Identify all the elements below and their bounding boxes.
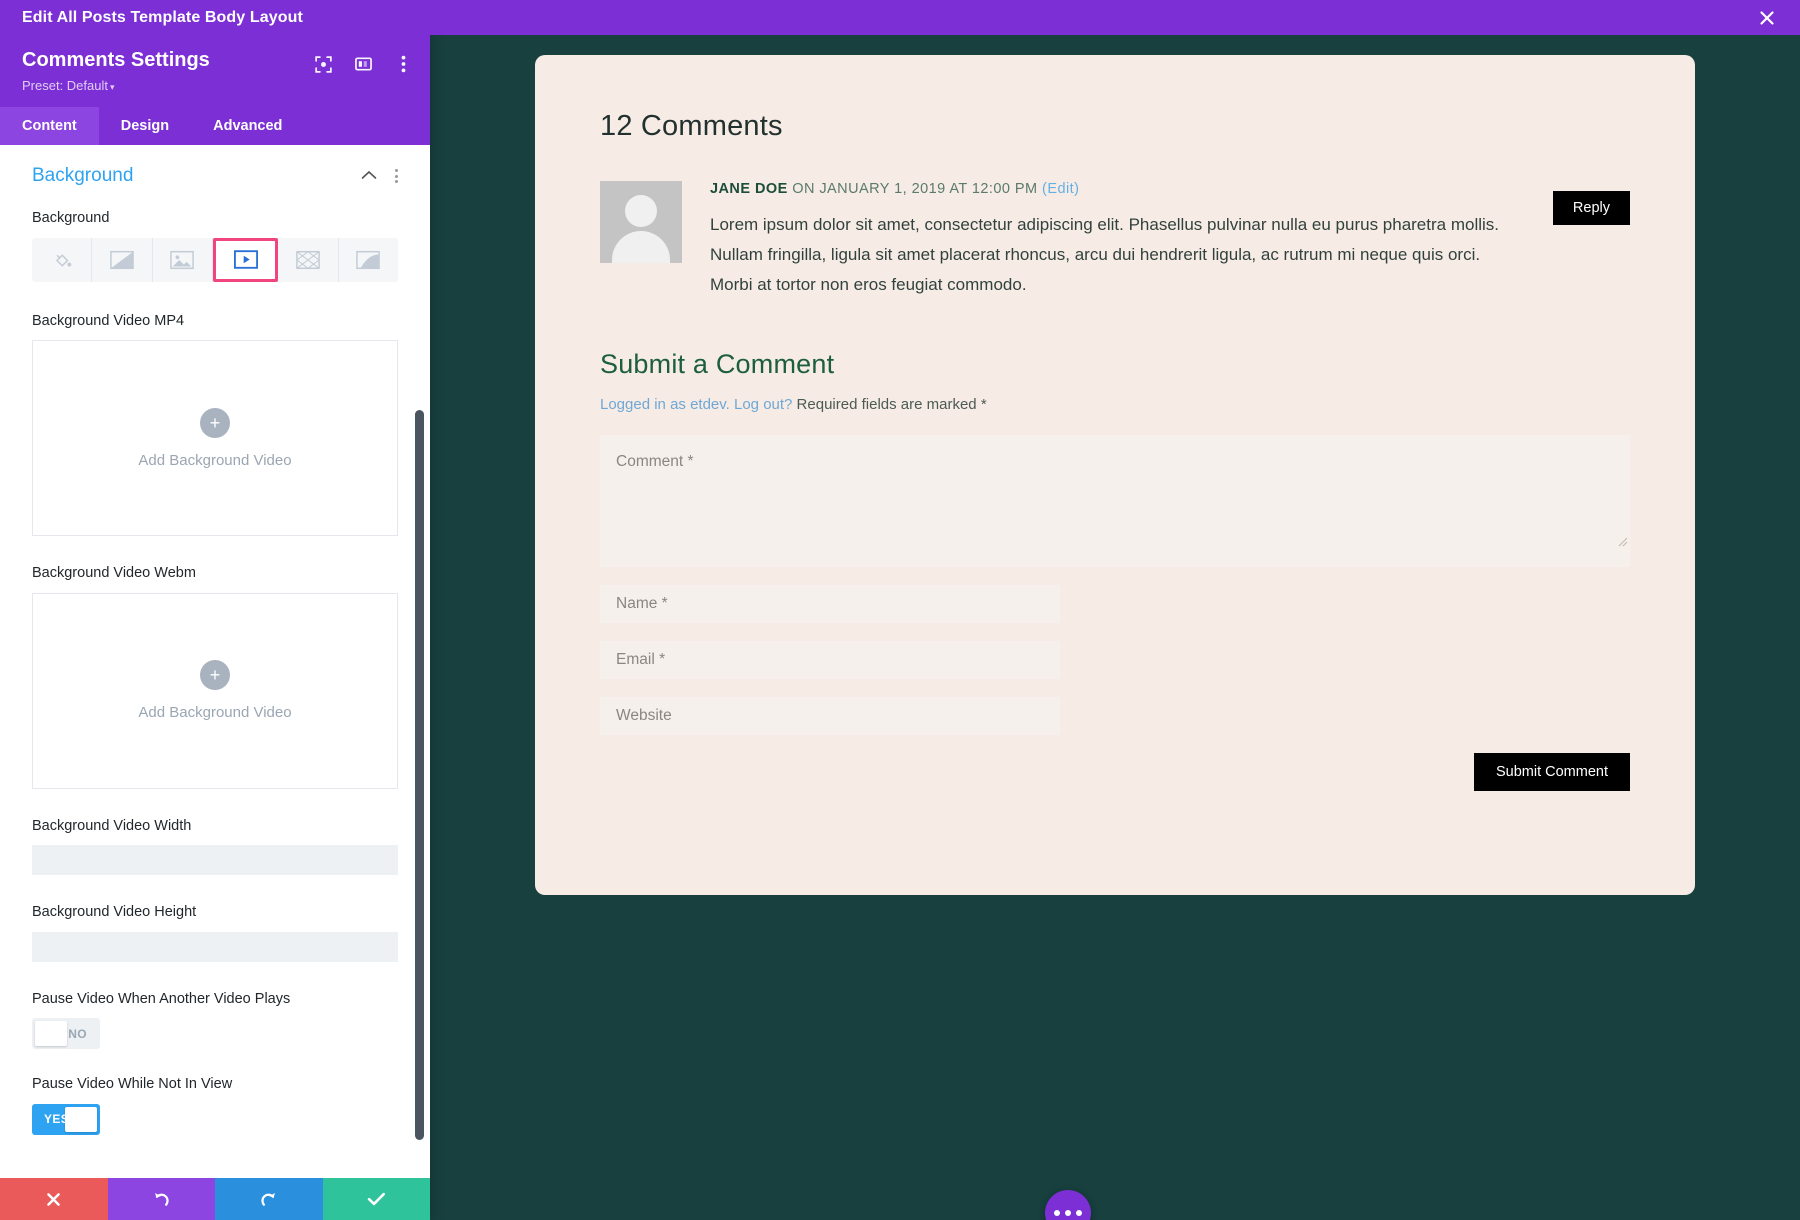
logged-in-as-link[interactable]: Logged in as etdev. [600, 396, 730, 413]
add-background-video-mp4-button[interactable]: + Add Background Video [32, 340, 398, 537]
preset-label: Preset: Default [22, 78, 108, 93]
tab-design[interactable]: Design [99, 107, 191, 145]
background-pattern-icon[interactable] [278, 237, 339, 282]
video-height-input[interactable] [32, 931, 398, 962]
avatar-body [612, 231, 670, 263]
panel-scrollbar[interactable] [415, 410, 424, 1140]
pause-not-in-view-label: Pause Video While Not In View [32, 1076, 233, 1093]
comment-meta: JANE DOE ON JANUARY 1, 2019 AT 12:00 PM … [710, 181, 1510, 197]
video-width-label: Background Video Width [32, 817, 192, 834]
submit-comment-button[interactable]: Submit Comment [1473, 753, 1630, 792]
logged-in-notice: Logged in as etdev. Log out? Required fi… [600, 396, 1630, 413]
name-field[interactable] [600, 585, 1060, 624]
divi-builder-app: Edit All Posts Template Body Layout Comm… [0, 0, 1800, 1220]
vertical-dots-icon[interactable] [394, 55, 412, 73]
cancel-button[interactable] [0, 1178, 108, 1220]
panel-header: Comments Settings Preset: Default ▾ [0, 35, 430, 107]
panel-tabs: Content Design Advanced [0, 107, 430, 145]
background-gradient-icon[interactable] [92, 237, 153, 282]
log-out-link[interactable]: Log out? [734, 396, 792, 413]
comment-item: JANE DOE ON JANUARY 1, 2019 AT 12:00 PM … [600, 181, 1630, 299]
background-type-switcher [32, 237, 398, 282]
save-button[interactable] [322, 1178, 430, 1220]
video-width-input[interactable] [32, 845, 398, 876]
pause-other-video-value: NO [68, 1026, 87, 1041]
tab-content[interactable]: Content [0, 107, 99, 145]
close-icon[interactable] [1756, 7, 1778, 29]
add-video-webm-text: Add Background Video [138, 704, 292, 722]
comment-edit-link[interactable]: (Edit) [1042, 181, 1079, 197]
avatar [600, 181, 682, 263]
more-dots-icon[interactable] [1045, 1190, 1091, 1220]
add-background-video-webm-button[interactable]: + Add Background Video [32, 592, 398, 789]
chevron-up-icon[interactable] [361, 167, 377, 185]
panel-layout-icon[interactable] [354, 55, 372, 73]
comment-form: Submit Comment [600, 435, 1630, 792]
comments-module-card: 12 Comments JANE DOE ON JANUARY 1, 2019 … [535, 55, 1695, 895]
comments-count-heading: 12 Comments [600, 110, 783, 142]
plus-icon: + [200, 660, 230, 691]
kebab-menu-icon[interactable] [395, 169, 398, 183]
background-label: Background [32, 210, 110, 226]
pause-other-video-toggle[interactable]: NO [32, 1018, 100, 1050]
pause-not-in-view-value: YES [44, 1112, 70, 1127]
comment-author: JANE DOE [710, 181, 788, 197]
video-height-label: Background Video Height [32, 904, 197, 921]
comment-date: ON JANUARY 1, 2019 AT 12:00 PM [787, 181, 1043, 197]
video-webm-label: Background Video Webm [32, 565, 196, 582]
panel-header-icons [314, 55, 412, 73]
background-image-icon[interactable] [153, 237, 213, 282]
panel-body: Background Background Background Video M… [0, 145, 430, 1178]
comment-textarea[interactable] [600, 435, 1630, 568]
toggle-knob [65, 1106, 97, 1132]
comment-text: Lorem ipsum dolor sit amet, consectetur … [710, 215, 1499, 294]
preset-selector[interactable]: Preset: Default ▾ [22, 78, 115, 93]
plus-icon: + [200, 407, 230, 438]
background-section-header: Background [32, 165, 398, 187]
redo-button[interactable] [215, 1178, 323, 1220]
pause-other-video-label: Pause Video When Another Video Plays [32, 990, 291, 1007]
video-mp4-label: Background Video MP4 [32, 312, 185, 329]
section-title-background[interactable]: Background [32, 165, 133, 187]
page-preview-canvas: 12 Comments JANE DOE ON JANUARY 1, 2019 … [430, 35, 1800, 1220]
background-color-icon[interactable] [32, 237, 93, 282]
panel-action-bar [0, 1178, 430, 1220]
tab-advanced[interactable]: Advanced [191, 107, 304, 145]
website-field[interactable] [600, 697, 1060, 736]
background-mask-icon[interactable] [339, 238, 398, 282]
chevron-down-icon: ▾ [110, 82, 115, 92]
settings-panel: Comments Settings Preset: Default ▾ Cont… [0, 35, 430, 1220]
toggle-knob [35, 1021, 67, 1047]
background-video-icon[interactable] [212, 237, 279, 282]
undo-button[interactable] [107, 1178, 215, 1220]
top-bar: Edit All Posts Template Body Layout [0, 0, 1800, 35]
top-bar-title: Edit All Posts Template Body Layout [22, 8, 303, 26]
avatar-head [625, 195, 657, 227]
submit-comment-heading: Submit a Comment [600, 349, 835, 380]
email-field[interactable] [600, 641, 1060, 680]
reply-button[interactable]: Reply [1552, 191, 1630, 225]
focus-target-icon[interactable] [314, 55, 332, 73]
add-video-mp4-text: Add Background Video [138, 451, 292, 469]
pause-not-in-view-toggle[interactable]: YES [32, 1103, 100, 1135]
required-fields-note: Required fields are marked * [792, 396, 987, 414]
